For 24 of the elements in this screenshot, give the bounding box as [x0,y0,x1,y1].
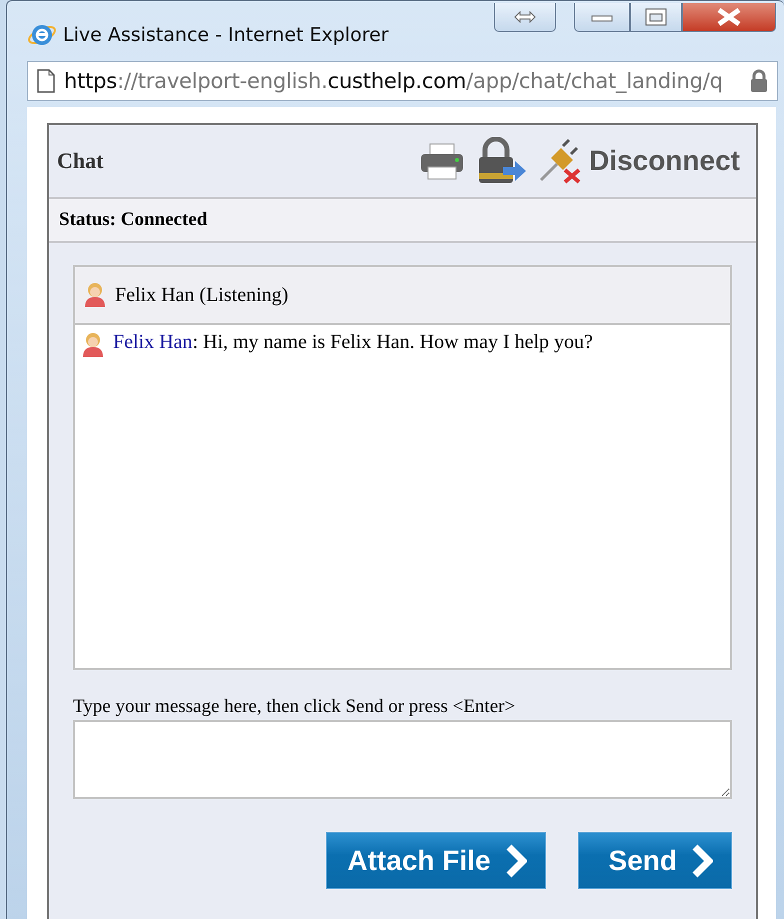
window-title: Live Assistance - Internet Explorer [63,24,389,46]
maximize-button[interactable] [630,3,682,32]
url-text: https://travelport-english.custhelp.com/app/chat/chat_landing/q [64,69,724,93]
arrows-icon [514,11,536,23]
resize-button[interactable] [494,3,556,32]
close-button[interactable] [682,3,776,32]
status-text: Status: Connected [49,199,756,243]
disconnect-link[interactable]: Disconnect [589,145,740,177]
chat-title: Chat [57,148,104,174]
attach-file-button[interactable]: Attach File [326,832,546,889]
message-input[interactable] [73,720,732,799]
maximize-icon [645,8,667,26]
participant-name: Felix Han (Listening) [115,284,288,306]
address-bar[interactable]: https://travelport-english.custhelp.com/app/chat/chat_landing/q [27,61,778,101]
chevron-icon [691,844,713,878]
input-label: Type your message here, then click Send or press <Enter> [73,696,516,718]
lock-icon [749,69,769,93]
chat-message: Felix Han: Hi, my name is Felix Han. How may I help you? [113,331,593,354]
send-button[interactable]: Send [578,832,732,889]
close-icon [716,8,742,26]
printer-icon[interactable] [419,141,466,181]
page-icon [36,69,56,93]
chevron-icon [504,844,527,878]
minimize-button[interactable] [574,3,630,32]
